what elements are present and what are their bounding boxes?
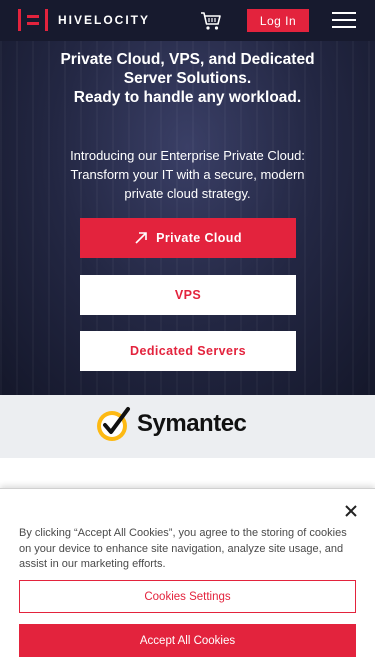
hero-title-line: Ready to handle any workload. <box>73 89 302 106</box>
symantec-check-badge-icon <box>97 407 130 441</box>
arrow-up-right-icon <box>135 232 147 244</box>
cart-icon[interactable] <box>200 11 222 31</box>
vps-label: VPS <box>174 288 202 302</box>
close-icon[interactable] <box>344 504 358 518</box>
cookie-consent-text: By clicking “Accept All Cookies”, you ag… <box>19 527 347 570</box>
brand-name: HIVELOCITY <box>58 13 151 27</box>
login-button[interactable]: Log In <box>247 9 309 32</box>
accept-all-cookies-button[interactable]: Accept All Cookies <box>19 624 356 657</box>
trust-band: Symantec <box>0 395 375 458</box>
hivelocity-logo[interactable]: HIVELOCITY <box>18 9 150 31</box>
private-cloud-button[interactable]: Private Cloud <box>80 218 296 258</box>
hero-subtitle-line: private cloud strategy. <box>124 186 251 201</box>
vps-button[interactable]: VPS <box>80 275 296 315</box>
hero-subtitle-line: Introducing our Enterprise Private Cloud… <box>70 148 305 163</box>
hero-subtitle: Introducing our Enterprise Private Cloud… <box>30 146 345 203</box>
cookie-banner: By clicking “Accept All Cookies”, you ag… <box>0 488 375 667</box>
page: HIVELOCITY Log In Private Cloud, VPS, an… <box>0 0 375 667</box>
hero-title-line: Server Solutions. <box>123 70 252 87</box>
hero-title-line: Private Cloud, VPS, and Dedicated <box>60 51 315 68</box>
private-cloud-label: Private Cloud <box>156 231 242 245</box>
cookies-settings-button[interactable]: Cookies Settings <box>19 580 356 613</box>
symantec-logo: Symantec <box>95 405 247 443</box>
symantec-brand-text: Symantec <box>137 410 247 437</box>
hivelocity-logo-mark-icon <box>18 9 48 31</box>
hero-section: Private Cloud, VPS, and Dedicated Server… <box>0 41 375 395</box>
dedicated-servers-label: Dedicated Servers <box>130 344 246 358</box>
dedicated-servers-button[interactable]: Dedicated Servers <box>80 331 296 371</box>
hero-subtitle-line: Transform your IT with a secure, modern <box>70 167 305 182</box>
site-header: HIVELOCITY Log In <box>0 0 375 41</box>
hamburger-menu-icon[interactable] <box>332 12 356 30</box>
hero-title: Private Cloud, VPS, and Dedicated Server… <box>20 50 355 107</box>
